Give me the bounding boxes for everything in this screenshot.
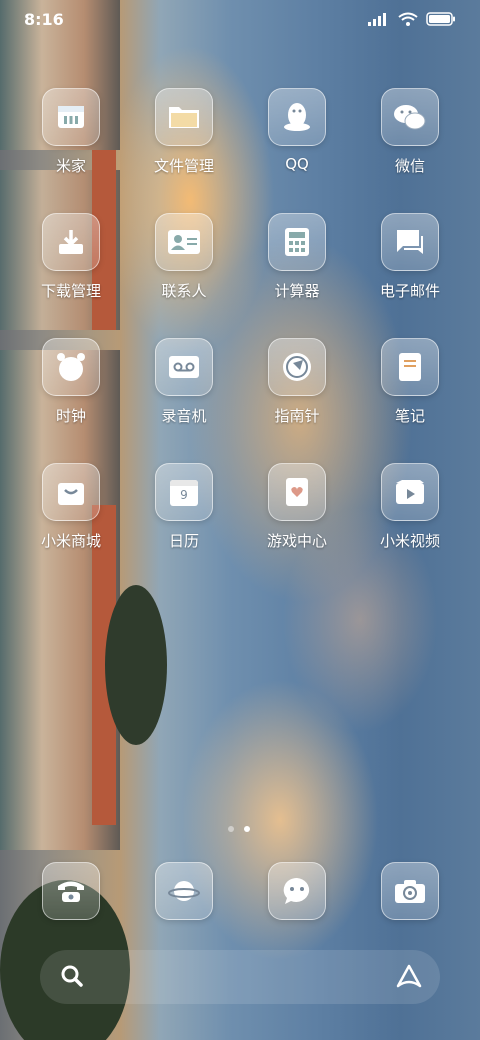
app-label: 笔记 [394, 407, 425, 425]
app-label: QQ [285, 155, 309, 173]
app-label: 米家 [55, 157, 86, 175]
assistant-icon[interactable] [396, 964, 422, 988]
camera-icon [395, 880, 425, 903]
app-qq[interactable]: QQ [242, 88, 352, 173]
dock-phone[interactable] [16, 862, 126, 920]
app-calendar[interactable]: 9 日历 [129, 463, 239, 551]
app-mi-store[interactable]: 小米商城 [16, 463, 126, 551]
shopping-bag-icon [58, 483, 84, 505]
app-label: 联系人 [161, 282, 207, 300]
wifi-icon [398, 12, 418, 26]
app-label: 小米商城 [40, 532, 101, 550]
app-label: 录音机 [161, 407, 207, 425]
telephone-icon [58, 881, 84, 902]
folder-icon [169, 107, 199, 128]
page-indicator [228, 826, 250, 832]
chat-bubbles-icon [394, 105, 426, 130]
contact-card-icon [168, 230, 200, 254]
app-downloads[interactable]: 下载管理 [16, 213, 126, 301]
app-notes[interactable]: 笔记 [355, 338, 465, 426]
app-label: 日历 [168, 532, 199, 550]
app-clock[interactable]: 时钟 [16, 338, 126, 426]
battery-icon [426, 12, 455, 26]
app-contacts[interactable]: 联系人 [129, 213, 239, 301]
app-calculator[interactable]: 计算器 [242, 213, 352, 301]
mijia-icon [58, 106, 84, 128]
search-bar[interactable] [40, 950, 440, 1004]
app-compass[interactable]: 指南针 [242, 338, 352, 426]
app-label: 时钟 [55, 407, 86, 425]
page-dot-active[interactable] [244, 826, 250, 832]
app-label: 微信 [394, 157, 425, 175]
app-label: 电子邮件 [379, 282, 440, 300]
signal-icon [368, 13, 386, 26]
game-card-icon [286, 478, 308, 506]
dock-camera[interactable] [355, 862, 465, 920]
download-icon [59, 230, 83, 254]
search-icon[interactable] [60, 964, 84, 988]
video-play-icon [396, 480, 424, 504]
alarm-clock-icon [57, 353, 85, 381]
dock-browser[interactable] [129, 862, 239, 920]
cassette-icon [169, 356, 199, 378]
app-wechat[interactable]: 微信 [355, 88, 465, 176]
app-label: 指南针 [274, 407, 320, 425]
calendar-date: 9 [180, 488, 188, 502]
app-file-manager[interactable]: 文件管理 [129, 88, 239, 176]
app-email[interactable]: 电子邮件 [355, 213, 465, 301]
calendar-icon: 9 [170, 478, 198, 506]
status-time: 8:16 [24, 10, 64, 29]
page-dot[interactable] [228, 826, 234, 832]
app-label: 文件管理 [153, 157, 214, 175]
calculator-icon [285, 228, 309, 256]
app-game-center[interactable]: 游戏中心 [242, 463, 352, 551]
app-label: 小米视频 [379, 532, 440, 550]
planet-icon [168, 881, 200, 901]
app-recorder[interactable]: 录音机 [129, 338, 239, 426]
message-icon [397, 230, 423, 254]
app-mijia[interactable]: 米家 [16, 88, 126, 176]
dock-messages[interactable] [242, 862, 352, 920]
penguin-icon [284, 103, 310, 131]
app-mi-video[interactable]: 小米视频 [355, 463, 465, 551]
smiley-bubble-icon [283, 877, 310, 904]
compass-icon [283, 353, 311, 381]
notepad-icon [399, 353, 421, 381]
app-label: 计算器 [274, 282, 320, 300]
status-bar: 8:16 [0, 0, 480, 40]
app-label: 下载管理 [40, 282, 101, 300]
app-label: 游戏中心 [266, 532, 327, 550]
